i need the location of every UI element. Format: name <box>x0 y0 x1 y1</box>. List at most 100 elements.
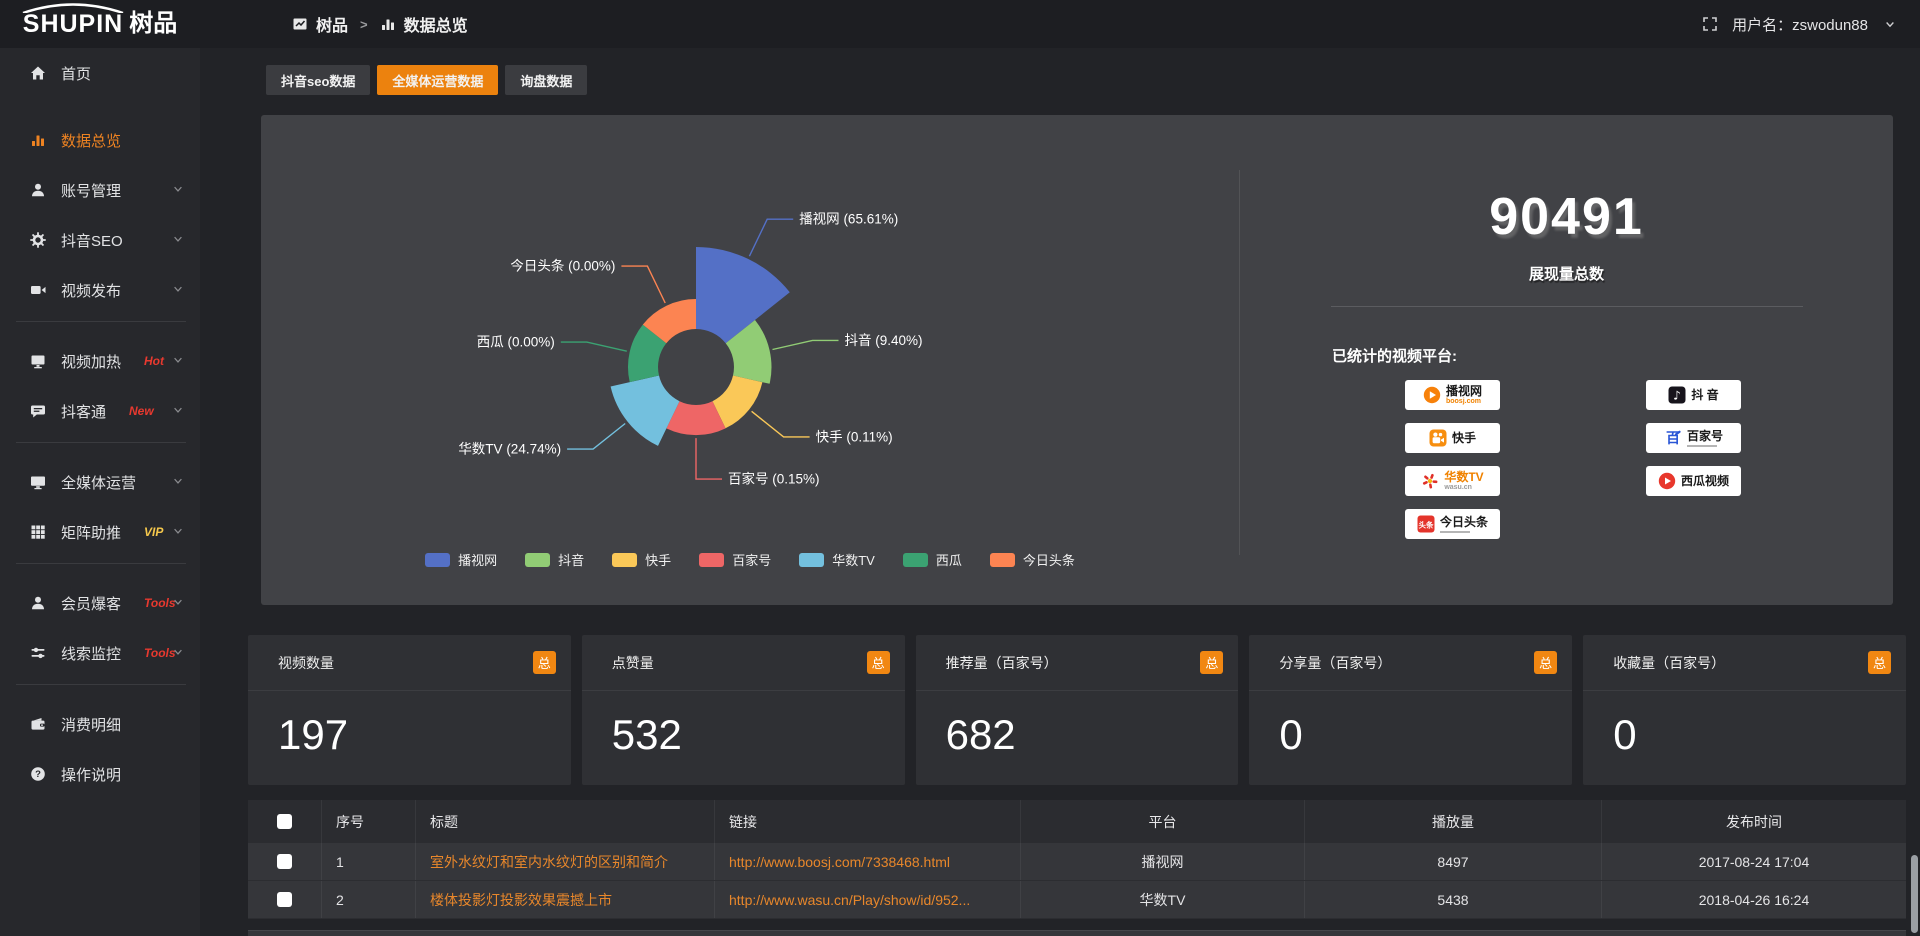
cell-platform: 华数TV <box>1021 881 1305 918</box>
topbar-right: 用户名：zswodun88 <box>1702 14 1920 35</box>
breadcrumb: 树品 > 数据总览 <box>292 12 468 36</box>
legend-item-3[interactable]: 百家号 <box>699 550 771 569</box>
legend-label: 百家号 <box>732 550 771 569</box>
total-badge[interactable]: 总 <box>1534 651 1557 674</box>
pie-label-line <box>696 438 722 479</box>
sidebar-item-10[interactable]: 线索监控Tools <box>0 628 200 678</box>
stat-card-1: 点赞量总532 <box>582 635 905 785</box>
row-checkbox[interactable] <box>277 854 292 869</box>
chevron-down-icon[interactable] <box>172 282 184 299</box>
chevron-down-icon[interactable] <box>172 403 184 420</box>
legend-swatch <box>990 553 1015 567</box>
cell-title[interactable]: 楼体投影灯投影效果震撼上市 <box>416 881 715 918</box>
sidebar-item-6[interactable]: 抖客通New <box>0 386 200 436</box>
sidebar-item-label: 账号管理 <box>61 180 121 201</box>
main-content: 抖音seo数据全媒体运营数据询盘数据 播视网 (65.61%)抖音 (9.40%… <box>200 48 1920 936</box>
platform-name: 快手 <box>1452 432 1476 444</box>
platform-badge-douyin: ♪抖 音 <box>1646 380 1741 410</box>
table-header-row: 序号标题链接平台播放量发布时间 <box>248 800 1906 843</box>
cell-index: 2 <box>322 881 416 918</box>
total-badge[interactable]: 总 <box>867 651 890 674</box>
tab-0[interactable]: 抖音seo数据 <box>266 65 370 95</box>
cell-link[interactable]: http://www.boosj.com/7338468.html <box>715 843 1021 880</box>
legend-label: 西瓜 <box>936 550 962 569</box>
row-checkbox[interactable] <box>277 892 292 907</box>
platform-name: 华数TV <box>1444 471 1483 483</box>
sidebar-item-3[interactable]: 抖音SEO <box>0 215 200 265</box>
chevron-down-icon[interactable] <box>172 595 184 612</box>
wasu-logo-icon <box>1421 472 1439 490</box>
chevron-down-icon[interactable] <box>172 232 184 249</box>
vertical-scrollbar[interactable] <box>1911 855 1918 933</box>
platform-name: 今日头条 <box>1440 516 1488 528</box>
select-all-checkbox[interactable] <box>277 814 292 829</box>
cell-link[interactable]: http://www.wasu.cn/Play/show/id/952... <box>715 881 1021 918</box>
legend-item-1[interactable]: 抖音 <box>525 550 584 569</box>
sidebar-item-badge: VIP <box>144 525 163 539</box>
app-logo[interactable]: SHUPIN 树品 <box>0 12 200 37</box>
cell-title[interactable]: 室外水纹灯和室内水纹灯的区别和简介 <box>416 843 715 880</box>
pie-label: 播视网 (65.61%) <box>799 212 898 227</box>
table-row-clipped <box>248 930 1906 936</box>
tab-2[interactable]: 询盘数据 <box>505 65 587 95</box>
rose-pie-chart: 播视网 (65.61%)抖音 (9.40%)快手 (0.11%)百家号 (0.1… <box>261 115 1239 605</box>
sidebar-item-5[interactable]: 视频加热Hot <box>0 336 200 386</box>
legend-item-2[interactable]: 快手 <box>612 550 671 569</box>
chevron-down-icon[interactable] <box>172 353 184 370</box>
sidebar-item-8[interactable]: 矩阵助推 VIP <box>0 507 200 557</box>
sidebar-item-11[interactable]: 消费明细 <box>0 699 200 749</box>
platform-badge-wasu: 华数TVwasu.cn <box>1405 466 1500 496</box>
pie-label: 今日头条 (0.00%) <box>510 258 615 274</box>
total-badge[interactable]: 总 <box>533 651 556 674</box>
fullscreen-icon[interactable] <box>1702 16 1718 32</box>
boosj-logo-icon <box>1423 386 1441 404</box>
sidebar-item-9[interactable]: 会员爆客Tools <box>0 578 200 628</box>
breadcrumb-root[interactable]: 树品 <box>316 12 348 36</box>
stat-card-header: 推荐量（百家号）总 <box>916 635 1239 691</box>
stat-card-title: 收藏量（百家号） <box>1613 653 1725 673</box>
pie-slice-0[interactable] <box>696 247 790 343</box>
pie-slice-4[interactable] <box>611 376 680 446</box>
total-impressions-value: 90491 <box>1240 187 1893 247</box>
chevron-down-icon[interactable] <box>172 182 184 199</box>
chevron-down-icon[interactable] <box>172 645 184 662</box>
sidebar-item-4[interactable]: 视频发布 <box>0 265 200 315</box>
sidebar-item-12[interactable]: ?操作说明 <box>0 749 200 799</box>
chevron-down-icon[interactable] <box>172 474 184 491</box>
sidebar-item-7[interactable]: 全媒体运营 <box>0 457 200 507</box>
sidebar-item-badge: Tools <box>144 646 176 660</box>
summary-section: 90491 展现量总数 已统计的视频平台: 播视网boosj.com快手华数TV… <box>1240 115 1893 605</box>
stat-card-4: 收藏量（百家号）总0 <box>1583 635 1906 785</box>
col-title: 标题 <box>416 800 715 843</box>
sidebar-item-2[interactable]: 账号管理 <box>0 165 200 215</box>
summary-divider <box>1331 306 1803 307</box>
sidebar-item-0[interactable]: 首页 <box>0 48 200 98</box>
sidebar-item-label: 矩阵助推 <box>61 522 121 543</box>
legend-item-4[interactable]: 华数TV <box>799 550 875 569</box>
pie-label: 百家号 (0.15%) <box>728 471 820 487</box>
sidebar: 首页数据总览账号管理抖音SEO视频发布视频加热Hot抖客通New全媒体运营矩阵助… <box>0 48 200 936</box>
stat-card-header: 视频数量总 <box>248 635 571 691</box>
chevron-down-icon[interactable] <box>172 524 184 541</box>
legend-item-0[interactable]: 播视网 <box>425 550 497 569</box>
chevron-down-icon[interactable] <box>1882 16 1898 32</box>
legend-item-5[interactable]: 西瓜 <box>903 550 962 569</box>
stat-card-title: 分享量（百家号） <box>1279 653 1391 673</box>
total-impressions-label: 展现量总数 <box>1240 263 1893 284</box>
sidebar-item-1[interactable]: 数据总览 <box>0 115 200 165</box>
pie-label-line <box>567 424 625 450</box>
total-badge[interactable]: 总 <box>1200 651 1223 674</box>
platform-name: 播视网 <box>1446 385 1482 397</box>
legend-label: 华数TV <box>832 550 875 569</box>
sidebar-item-badge: New <box>129 404 154 418</box>
platform-name: 百家号 <box>1687 430 1723 442</box>
stat-card-header: 收藏量（百家号） 总 <box>1583 635 1906 691</box>
bars-icon <box>30 132 46 148</box>
total-badge[interactable]: 总 <box>1868 651 1891 674</box>
breadcrumb-current: 数据总览 <box>404 12 468 36</box>
col-platform: 平台 <box>1021 800 1305 843</box>
stat-card-title: 点赞量 <box>612 653 654 673</box>
legend-item-6[interactable]: 今日头条 <box>990 550 1075 569</box>
username-label[interactable]: 用户名：zswodun88 <box>1732 14 1868 35</box>
tab-1[interactable]: 全媒体运营数据 <box>377 65 498 95</box>
